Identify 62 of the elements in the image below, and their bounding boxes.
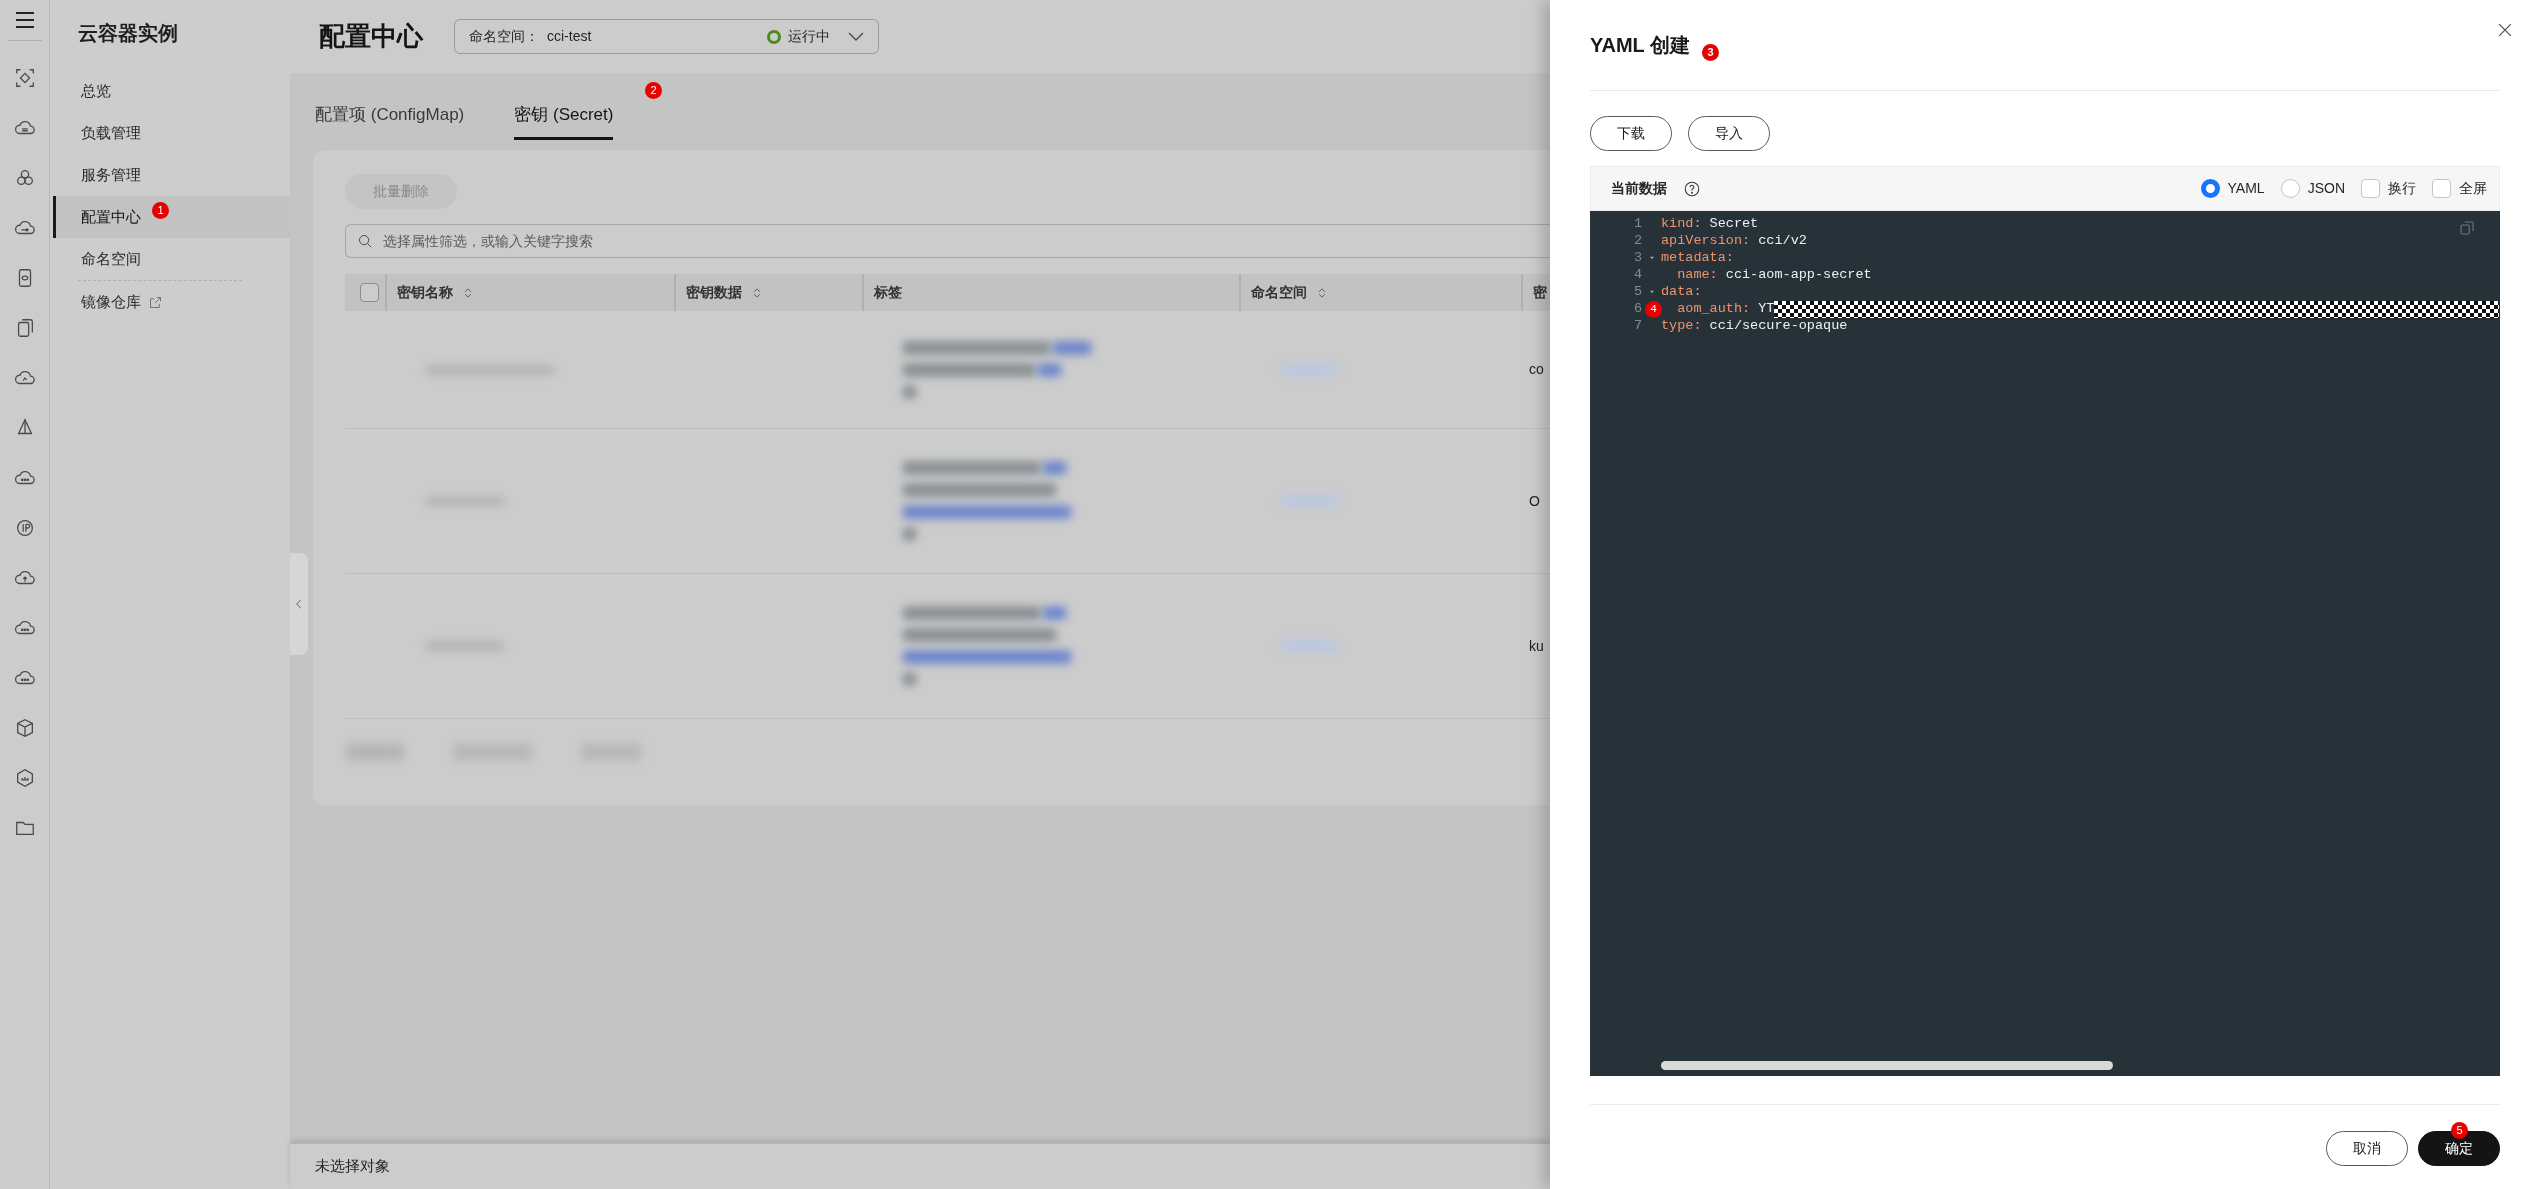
- line-number: 4: [1632, 266, 1642, 285]
- namespace-select[interactable]: 命名空间： cci-test 运行中: [454, 19, 879, 54]
- checkbox-label: 换行: [2388, 179, 2416, 198]
- toolbar-button[interactable]: 导入: [1688, 116, 1770, 151]
- column-header[interactable]: 密钥名称: [397, 282, 475, 303]
- cancel-button[interactable]: 取消: [2326, 1131, 2408, 1166]
- search-icon: [357, 233, 374, 250]
- table-cell-text: O: [1529, 491, 1540, 511]
- line-number: 5: [1632, 283, 1642, 302]
- page-title: 配置中心: [319, 20, 423, 53]
- tab[interactable]: 配置项 (ConfigMap): [315, 101, 465, 140]
- collapse-handle[interactable]: [290, 553, 308, 655]
- toolbar-button[interactable]: 下载: [1590, 116, 1672, 151]
- frame-icon[interactable]: [13, 67, 36, 89]
- scrollbar-thumb[interactable]: [1661, 1061, 2113, 1070]
- line-number: 6: [1632, 300, 1642, 319]
- nav-item[interactable]: 服务管理: [81, 163, 141, 187]
- table-cell-text: ku: [1529, 636, 1544, 656]
- external-link-icon: [148, 294, 163, 310]
- line-number: 1: [1632, 215, 1642, 234]
- search-field[interactable]: 选择属性筛选，或输入关键字搜索: [345, 224, 1550, 258]
- selection-status: 未选择对象: [315, 1156, 390, 1177]
- code-value: cci/secure-opaque: [1708, 317, 1848, 336]
- blurred-tag: [902, 672, 917, 686]
- column-header[interactable]: 命名空间: [1251, 282, 1329, 303]
- status-dot: [767, 29, 781, 44]
- help-icon[interactable]: [1683, 179, 1701, 198]
- nav-item[interactable]: 配置中心: [81, 205, 141, 229]
- annotation-badge: 3: [1702, 44, 1719, 61]
- radio-label: JSON: [2307, 179, 2345, 198]
- line-number: 7: [1632, 317, 1642, 336]
- nav-item[interactable]: 负载管理: [81, 121, 141, 145]
- blurred-tag: [902, 527, 917, 541]
- chevron-down-icon: [848, 32, 864, 41]
- line-number: 3: [1632, 249, 1642, 268]
- checkbox-label: 全屏: [2459, 179, 2487, 198]
- drawer-title: YAML 创建: [1590, 33, 1691, 58]
- radio-button[interactable]: [2280, 179, 2300, 198]
- code-value: Secret: [1708, 215, 1759, 234]
- nav-item[interactable]: 镜像仓库: [81, 290, 163, 314]
- app-title: 云容器实例: [77, 21, 179, 46]
- copy-icon[interactable]: [2458, 219, 2476, 237]
- annotation-badge: 5: [2451, 1122, 2468, 1139]
- radio-label: YAML: [2227, 179, 2265, 198]
- radio-button[interactable]: [2200, 179, 2220, 198]
- section-label: 当前数据: [1611, 179, 1667, 198]
- code-value: cci-aom-app-secret: [1724, 266, 1872, 285]
- annotation-badge: 1: [152, 202, 169, 219]
- nav-item[interactable]: 总览: [81, 79, 111, 103]
- column-header[interactable]: 标签: [874, 282, 902, 303]
- line-number: 2: [1632, 232, 1642, 251]
- code-value: cci/v2: [1757, 232, 1807, 251]
- annotation-badge: 2: [645, 82, 662, 99]
- checkbox[interactable]: [2432, 179, 2451, 198]
- blurred-tag: [902, 384, 917, 399]
- annotation-badge: 4: [1645, 301, 1662, 318]
- nav-item[interactable]: 命名空间: [81, 247, 141, 271]
- checkbox[interactable]: [2361, 179, 2380, 198]
- checkbox[interactable]: [360, 283, 379, 302]
- tab[interactable]: 密钥 (Secret): [514, 101, 614, 140]
- table-cell-text: co: [1529, 360, 1544, 379]
- code-value: YT: [1757, 300, 1775, 319]
